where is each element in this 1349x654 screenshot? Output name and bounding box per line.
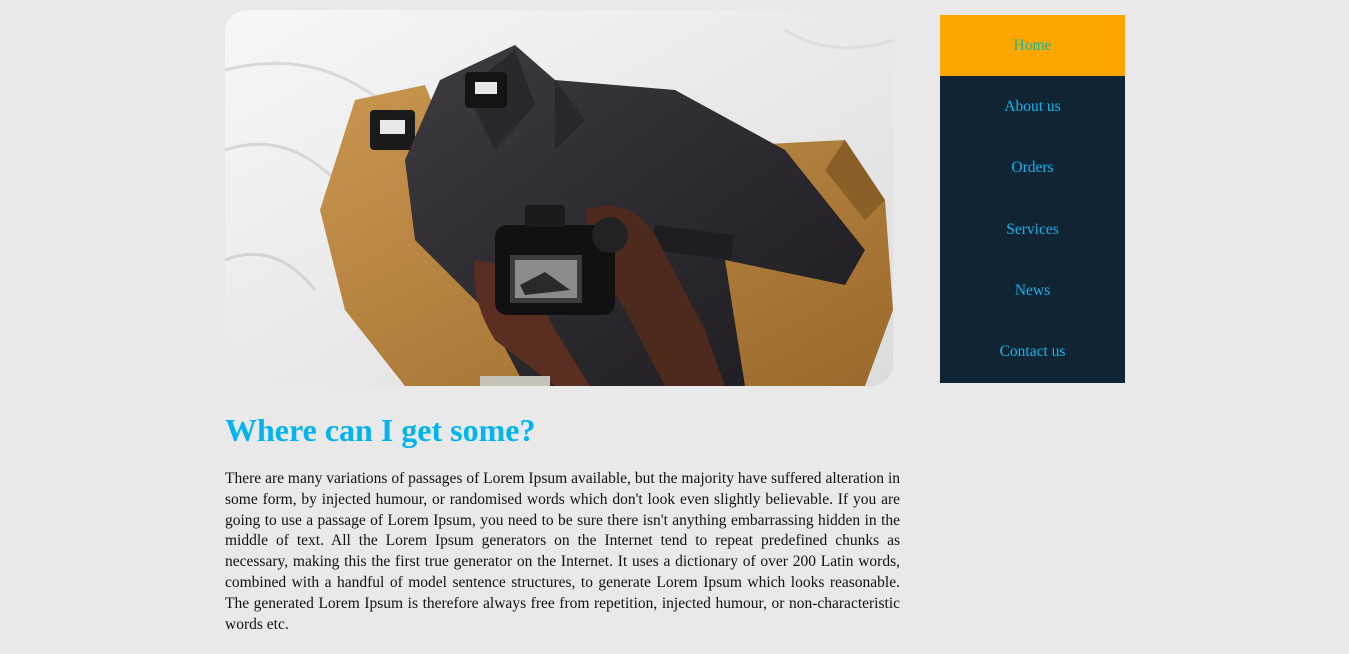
hero-image: [225, 10, 893, 386]
sidebar-nav: Home About us Orders Services News Conta…: [940, 15, 1125, 383]
nav-item-about-us[interactable]: About us: [940, 76, 1125, 137]
nav-item-contact-us[interactable]: Contact us: [940, 322, 1125, 383]
article-body: There are many variations of passages of…: [225, 470, 900, 633]
nav-item-news[interactable]: News: [940, 260, 1125, 321]
nav-item-services[interactable]: Services: [940, 199, 1125, 260]
nav-item-home[interactable]: Home: [940, 15, 1125, 77]
article-title: Where can I get some?: [225, 412, 536, 448]
hero-photo: [225, 10, 893, 386]
nav-item-orders[interactable]: Orders: [940, 138, 1125, 199]
